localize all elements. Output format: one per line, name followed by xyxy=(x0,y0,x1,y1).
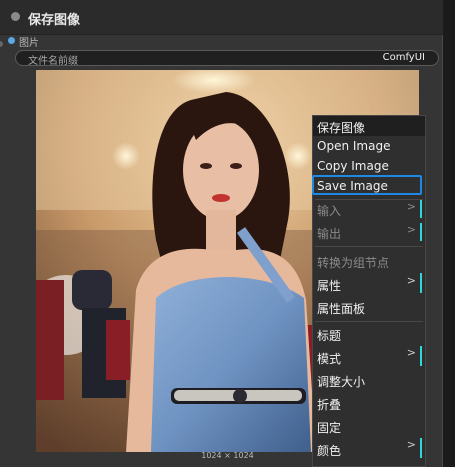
chevron-right-icon: > xyxy=(406,346,416,359)
node-header[interactable]: 保存图像 xyxy=(0,0,443,35)
menu-item-properties[interactable]: 属性 xyxy=(317,277,341,294)
chevron-right-icon: > xyxy=(406,223,416,236)
menu-item-mode[interactable]: 模式 xyxy=(317,350,341,367)
context-menu-title: 保存图像 xyxy=(313,116,425,136)
node-title: 保存图像 xyxy=(28,13,81,28)
menu-item-outputs[interactable]: 输出 xyxy=(317,225,341,242)
menu-item-title[interactable]: 标题 xyxy=(317,327,341,344)
input-slot-icon[interactable] xyxy=(8,37,15,44)
menu-item-copy-image[interactable]: Copy Image xyxy=(317,159,389,173)
widget-value[interactable]: ComfyUI xyxy=(383,52,425,63)
menu-item-convert-group-node[interactable]: 转换为组节点 xyxy=(317,254,389,271)
menu-item-open-image[interactable]: Open Image xyxy=(317,139,390,153)
menu-item-color[interactable]: 颜色 xyxy=(317,442,341,459)
context-menu: 保存图像 Open Image Copy Image Save Image 输入… xyxy=(312,115,426,467)
context-menu-title-text: 保存图像 xyxy=(317,121,366,135)
chevron-right-icon: > xyxy=(406,200,416,213)
input-label: 图片 xyxy=(19,38,39,49)
submenu-indicator xyxy=(420,223,422,241)
submenu-indicator xyxy=(420,200,422,218)
node-status-dot-icon[interactable] xyxy=(11,12,20,21)
menu-item-collapse[interactable]: 折叠 xyxy=(317,396,341,413)
submenu-indicator xyxy=(420,438,422,458)
chevron-right-icon: > xyxy=(406,274,416,287)
menu-separator xyxy=(315,246,423,247)
filename-prefix-widget[interactable]: 文件名前缀 ComfyUI xyxy=(15,50,439,67)
submenu-indicator xyxy=(420,346,422,366)
menu-item-properties-panel[interactable]: 属性面板 xyxy=(317,300,365,317)
menu-item-highlight xyxy=(312,175,422,195)
widget-label: 文件名前缀 xyxy=(28,56,78,67)
link-connector-icon xyxy=(0,41,3,47)
menu-item-pin[interactable]: 固定 xyxy=(317,419,341,436)
menu-item-inputs[interactable]: 输入 xyxy=(317,202,341,219)
chevron-right-icon: > xyxy=(406,438,416,451)
submenu-indicator xyxy=(420,273,422,293)
menu-item-resize[interactable]: 调整大小 xyxy=(317,373,365,390)
menu-separator xyxy=(315,321,423,322)
